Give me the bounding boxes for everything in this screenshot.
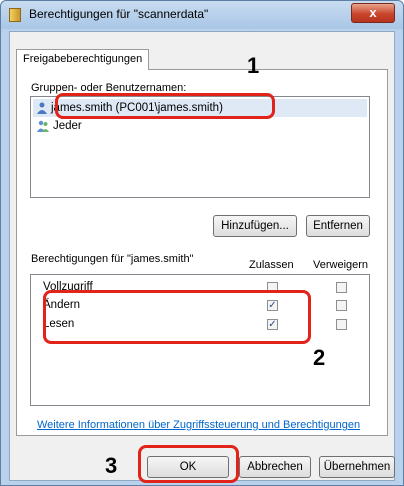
window-title: Berechtigungen für "scannerdata" (29, 7, 209, 21)
permissions-dialog: Berechtigungen für "scannerdata" x Freig… (0, 0, 404, 486)
folder-icon (9, 8, 21, 22)
add-button[interactable]: Hinzufügen... (213, 215, 297, 237)
group-icon (37, 120, 49, 132)
deny-checkbox[interactable] (336, 319, 347, 330)
callout-number-1: 1 (247, 53, 260, 78)
list-item[interactable]: Jeder (33, 117, 82, 135)
user-icon (37, 102, 47, 114)
remove-button[interactable]: Entfernen (306, 215, 370, 237)
list-item-label: Jeder (53, 120, 82, 132)
deny-checkbox[interactable] (336, 300, 347, 311)
cancel-button[interactable]: Abbrechen (239, 456, 311, 478)
callout-number-2: 2 (313, 345, 326, 370)
info-link[interactable]: Weitere Informationen über Zugriffssteue… (37, 419, 360, 431)
deny-header: Verweigern (313, 259, 369, 271)
tab-share-permissions[interactable]: Freigabeberechtigungen (16, 49, 150, 70)
callout-box-1 (55, 93, 275, 119)
callout-box-2 (43, 290, 311, 344)
close-button[interactable]: x (351, 3, 395, 23)
title-bar: Berechtigungen für "scannerdata" x (1, 1, 403, 29)
apply-button[interactable]: Übernehmen (319, 456, 395, 478)
callout-box-3 (138, 445, 239, 483)
allow-header: Zulassen (249, 259, 294, 271)
deny-checkbox[interactable] (336, 282, 347, 293)
permissions-label: Berechtigungen für "james.smith" (31, 253, 194, 265)
callout-number-3: 3 (105, 453, 118, 478)
